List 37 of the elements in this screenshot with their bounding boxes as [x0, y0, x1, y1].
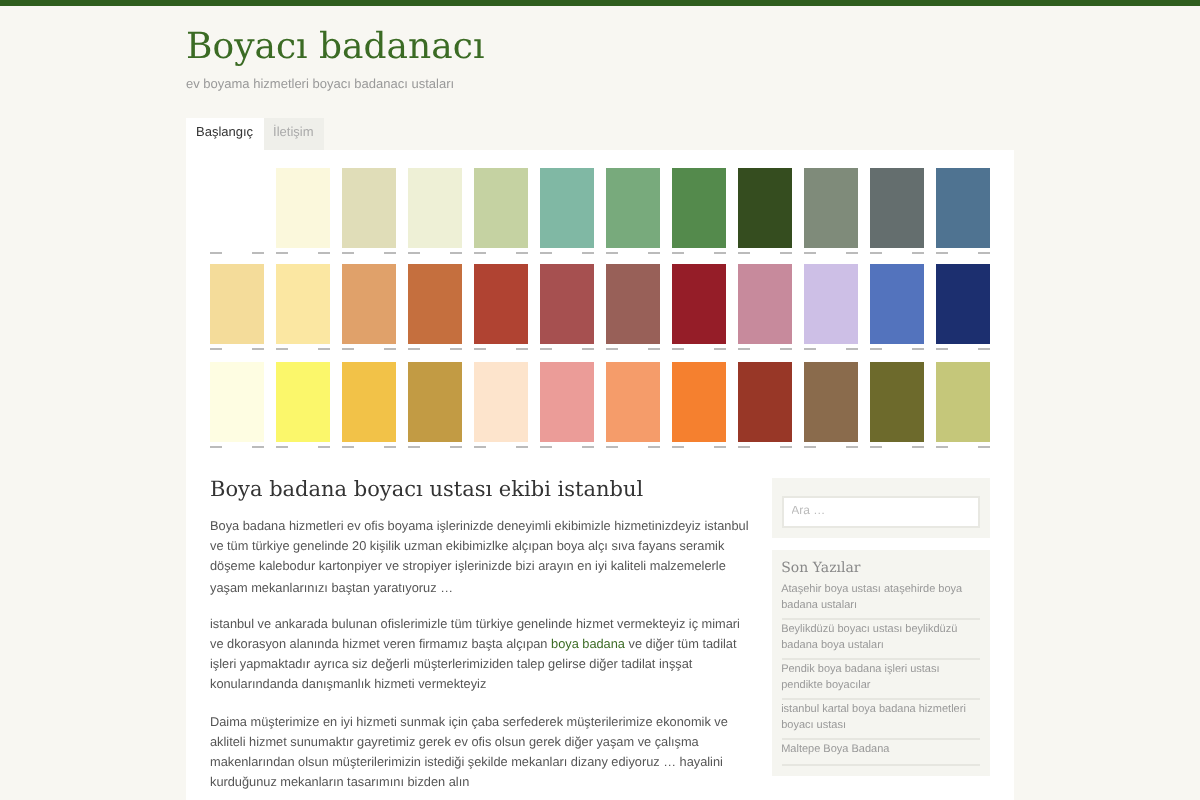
color-swatch — [870, 264, 924, 345]
color-swatch — [408, 168, 462, 248]
color-swatch — [342, 168, 396, 248]
color-swatch — [474, 264, 528, 345]
color-swatch — [738, 264, 792, 345]
color-swatch — [936, 168, 990, 248]
color-swatch — [804, 361, 858, 442]
color-swatch — [738, 361, 792, 442]
color-swatch — [804, 264, 858, 345]
color-swatch — [672, 168, 726, 248]
site-title[interactable]: Boyacı badanacı — [186, 24, 1014, 72]
color-swatch — [408, 264, 462, 345]
color-swatch — [276, 361, 330, 442]
color-swatch — [606, 264, 660, 345]
color-swatch — [672, 264, 726, 345]
color-swatch — [210, 264, 264, 345]
color-swatch — [540, 361, 594, 442]
color-swatch — [342, 264, 396, 345]
color-swatch — [606, 361, 660, 442]
color-swatch — [474, 168, 528, 248]
color-swatch — [474, 361, 528, 442]
color-swatch — [936, 361, 990, 442]
color-swatch — [738, 168, 792, 248]
color-swatch — [276, 168, 330, 248]
color-swatch — [276, 264, 330, 345]
color-swatch — [210, 361, 264, 442]
color-swatch — [540, 168, 594, 248]
color-swatch — [408, 361, 462, 442]
color-swatch — [936, 264, 990, 345]
color-swatch — [672, 361, 726, 442]
color-swatch — [606, 168, 660, 248]
color-swatch — [870, 361, 924, 442]
color-swatch — [870, 168, 924, 248]
article-title: Boya badana boyacı ustası ekibi istanbul — [210, 478, 646, 502]
color-swatch — [540, 264, 594, 345]
color-swatch — [804, 168, 858, 248]
color-swatch — [342, 361, 396, 442]
